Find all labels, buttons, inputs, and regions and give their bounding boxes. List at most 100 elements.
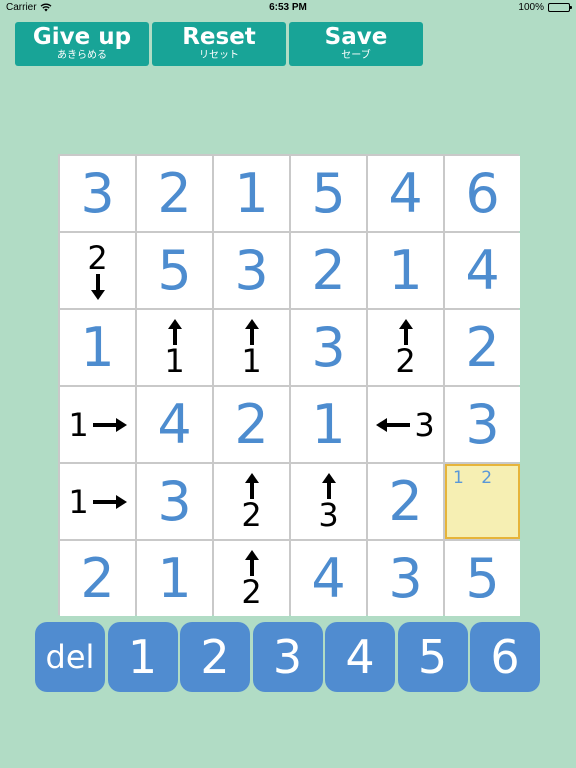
grid-cell-r1-c4[interactable]: 5 xyxy=(291,156,366,231)
grid-cell-r1-c5[interactable]: 4 xyxy=(368,156,443,231)
cell-number: 2 xyxy=(234,393,269,456)
grid-cell-r6-c5[interactable]: 3 xyxy=(368,541,443,616)
cell-number: 2 xyxy=(465,316,500,379)
cell-number: 6 xyxy=(465,162,500,225)
grid-cell-r4-c1: 1 xyxy=(60,387,135,462)
puzzle-grid: 321546253214111322142133132321 2212435 xyxy=(58,154,520,616)
grid-cell-r2-c4[interactable]: 2 xyxy=(291,233,366,308)
cell-number: 2 xyxy=(80,547,115,610)
grid-cell-r1-c6[interactable]: 6 xyxy=(445,156,520,231)
arrow-up-icon xyxy=(398,318,413,345)
arrow-up-icon xyxy=(167,318,182,345)
grid-cell-r4-c5: 3 xyxy=(368,387,443,462)
save-label: Save xyxy=(324,24,388,50)
clue-number: 3 xyxy=(318,495,339,534)
clue: 1 xyxy=(60,387,135,462)
cell-number: 3 xyxy=(80,162,115,225)
grid-cell-r1-c2[interactable]: 2 xyxy=(137,156,212,231)
arrow-down-icon xyxy=(90,273,105,300)
cell-number: 1 xyxy=(157,547,192,610)
cell-number: 2 xyxy=(157,162,192,225)
save-button[interactable]: Save セーブ xyxy=(289,22,423,66)
keypad-del-button[interactable]: del xyxy=(35,622,105,692)
keypad-label: 3 xyxy=(272,630,303,684)
cell-number: 3 xyxy=(311,316,346,379)
keypad-label: del xyxy=(45,638,95,676)
keypad-5-button[interactable]: 5 xyxy=(397,622,468,692)
grid-cell-r6-c2[interactable]: 1 xyxy=(137,541,212,616)
battery-percent: 100% xyxy=(518,2,544,13)
grid-cell-r6-c6[interactable]: 5 xyxy=(445,541,520,616)
status-bar: Carrier 6:53 PM 100% xyxy=(0,0,576,16)
keypad-1-button[interactable]: 1 xyxy=(107,622,178,692)
grid-cell-r3-c2: 1 xyxy=(137,310,212,385)
keypad-2-button[interactable]: 2 xyxy=(180,622,250,692)
clue-number: 2 xyxy=(87,238,108,277)
keypad-label: 2 xyxy=(200,630,230,684)
cell-number: 4 xyxy=(157,393,192,456)
grid-cell-r3-c6[interactable]: 2 xyxy=(445,310,520,385)
reset-sublabel: リセット xyxy=(199,50,239,61)
cell-memo: 1 2 xyxy=(453,468,499,488)
keypad-label: 1 xyxy=(127,630,158,684)
grid-cell-r3-c1[interactable]: 1 xyxy=(60,310,135,385)
grid-cell-r2-c1: 2 xyxy=(60,233,135,308)
cell-number: 5 xyxy=(465,547,500,610)
clue: 2 xyxy=(60,233,135,308)
battery-icon xyxy=(548,3,572,12)
clue: 3 xyxy=(291,464,366,539)
keypad-3-button[interactable]: 3 xyxy=(252,622,323,692)
grid-cell-r3-c4[interactable]: 3 xyxy=(291,310,366,385)
grid-cell-r2-c2[interactable]: 5 xyxy=(137,233,212,308)
grid-cell-r4-c4[interactable]: 1 xyxy=(291,387,366,462)
cell-number: 4 xyxy=(388,162,423,225)
grid-cell-r4-c2[interactable]: 4 xyxy=(137,387,212,462)
grid-cell-r4-c6[interactable]: 3 xyxy=(445,387,520,462)
grid-cell-r6-c4[interactable]: 4 xyxy=(291,541,366,616)
grid-cell-r5-c6[interactable]: 1 2 xyxy=(445,464,520,539)
clue-number: 3 xyxy=(414,405,435,444)
reset-label: Reset xyxy=(182,24,256,50)
give-up-label: Give up xyxy=(32,24,132,50)
grid-cell-r1-c3[interactable]: 1 xyxy=(214,156,289,231)
grid-cell-r3-c3: 1 xyxy=(214,310,289,385)
cell-number: 2 xyxy=(388,470,423,533)
grid-cell-r4-c3[interactable]: 2 xyxy=(214,387,289,462)
cell-number: 1 xyxy=(80,316,115,379)
clue: 3 xyxy=(368,387,443,462)
reset-button[interactable]: Reset リセット xyxy=(152,22,286,66)
grid-cell-r2-c5[interactable]: 1 xyxy=(368,233,443,308)
cell-number: 1 xyxy=(234,162,269,225)
save-sublabel: セーブ xyxy=(341,50,371,61)
grid-cell-r6-c1[interactable]: 2 xyxy=(60,541,135,616)
cell-number: 3 xyxy=(157,470,192,533)
grid-cell-r2-c6[interactable]: 4 xyxy=(445,233,520,308)
cell-number: 5 xyxy=(311,162,346,225)
arrow-right-icon xyxy=(92,494,127,509)
cell-number: 3 xyxy=(465,393,500,456)
clue-number: 2 xyxy=(241,572,262,611)
clue: 1 xyxy=(60,464,135,539)
give-up-button[interactable]: Give up あきらめる xyxy=(15,22,149,66)
clue-number: 1 xyxy=(164,341,185,380)
keypad-label: 6 xyxy=(490,630,520,684)
grid-cell-r1-c1[interactable]: 3 xyxy=(60,156,135,231)
cell-number: 4 xyxy=(465,239,500,302)
grid-cell-r5-c5[interactable]: 2 xyxy=(368,464,443,539)
clue-number: 1 xyxy=(241,341,262,380)
grid-cell-r5-c2[interactable]: 3 xyxy=(137,464,212,539)
keypad-label: 5 xyxy=(417,630,448,684)
grid-cell-r5-c3: 2 xyxy=(214,464,289,539)
status-right: 100% xyxy=(518,2,572,13)
keypad-6-button[interactable]: 6 xyxy=(470,622,540,692)
grid-cell-r6-c3: 2 xyxy=(214,541,289,616)
cell-number: 1 xyxy=(388,239,423,302)
clue-number: 1 xyxy=(68,482,89,521)
grid-cell-r2-c3[interactable]: 3 xyxy=(214,233,289,308)
clue-number: 1 xyxy=(68,405,89,444)
clue-number: 2 xyxy=(241,495,262,534)
give-up-sublabel: あきらめる xyxy=(57,50,107,61)
keypad-4-button[interactable]: 4 xyxy=(325,622,395,692)
clue: 1 xyxy=(214,310,289,385)
cell-number: 2 xyxy=(311,239,346,302)
